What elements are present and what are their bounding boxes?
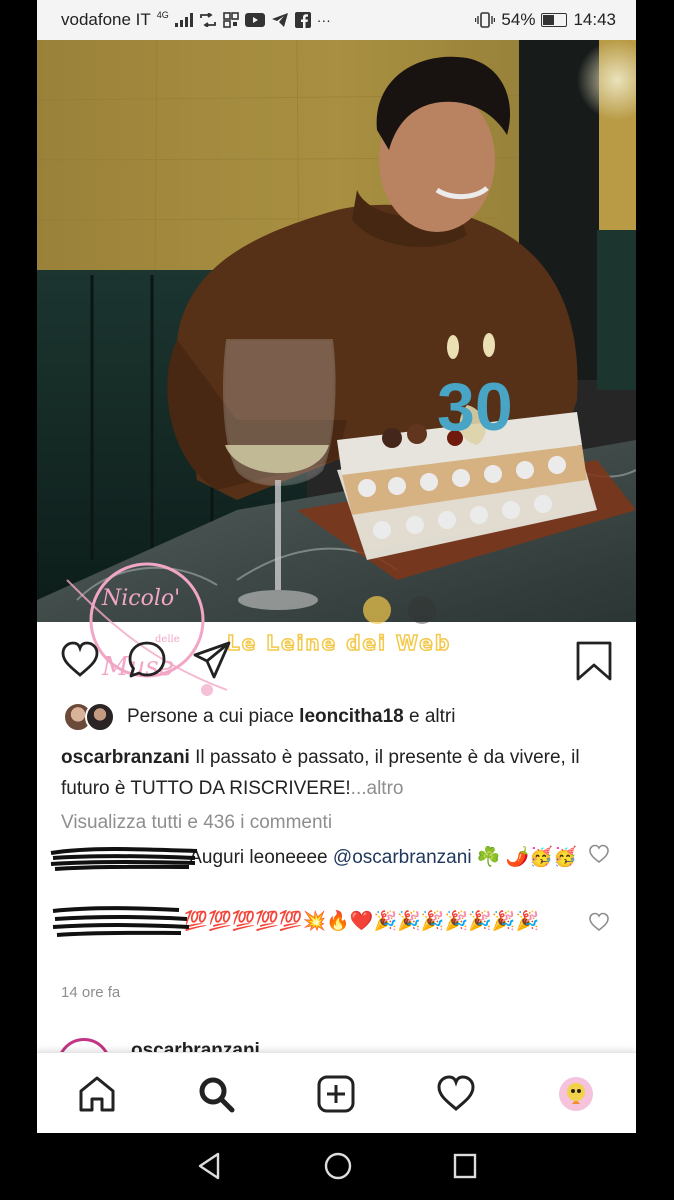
- birthday-photo-illustration: 30: [37, 40, 636, 622]
- view-all-comments-link[interactable]: Visualizza tutti e 436 i commenti: [61, 812, 332, 834]
- clock: 14:43: [573, 10, 616, 29]
- post-caption: oscarbranzani Il passato è passato, il p…: [61, 742, 621, 804]
- android-navigation-bar: [0, 1133, 674, 1200]
- bottom-navigation: [37, 1052, 636, 1133]
- svg-text:Le Leine dei Web: Le Leine dei Web: [227, 631, 451, 655]
- likes-prefix: Persone a cui piace: [127, 706, 294, 727]
- back-icon[interactable]: [196, 1151, 222, 1181]
- likes-summary[interactable]: Persone a cui piace leoncitha18 e altri: [63, 702, 455, 732]
- recents-icon[interactable]: [452, 1151, 478, 1181]
- comment-like-icon[interactable]: [588, 912, 610, 932]
- plus-square-icon: [317, 1075, 355, 1113]
- nav-activity[interactable]: [434, 1072, 478, 1116]
- bookmark-icon[interactable]: [575, 640, 613, 682]
- comment-like-icon[interactable]: [588, 844, 610, 864]
- comment-emoji: ☘️ 🌶️🥳🥳: [476, 847, 577, 868]
- nav-profile[interactable]: [554, 1072, 598, 1116]
- caption-more-link[interactable]: ...altro: [351, 778, 404, 799]
- heart-icon: [437, 1075, 475, 1111]
- telegram-icon: [271, 13, 288, 27]
- facebook-icon: [294, 12, 311, 28]
- search-icon: [199, 1077, 235, 1113]
- post-photo[interactable]: 30: [37, 40, 636, 622]
- status-bar: vodafone IT 4G ··· 54% 14:43: [37, 0, 636, 40]
- comment-item: 💯💯💯💯💯💥🔥❤️🎉🎉🎉🎉🎉🎉🎉: [52, 906, 581, 938]
- signal-icon: [174, 13, 193, 27]
- battery-percent: 54%: [501, 10, 536, 29]
- battery-icon: [541, 13, 568, 27]
- scribble-redaction: [50, 847, 198, 871]
- paper-plane-icon[interactable]: [192, 640, 232, 680]
- post-timestamp: 14 ore fa: [61, 984, 121, 1001]
- liked-by-username[interactable]: leoncitha18: [299, 706, 404, 728]
- instagram-screen: vodafone IT 4G ··· 54% 14:43 30 Nicolo' …: [37, 0, 636, 1133]
- comment-emoji: 💯💯💯💯💯💥🔥❤️🎉🎉🎉🎉🎉🎉🎉: [184, 911, 540, 932]
- comment-text: Auguri leoneeee: [189, 847, 328, 868]
- comment-bubble-icon[interactable]: [127, 640, 167, 680]
- liker-avatars: [63, 702, 115, 732]
- nav-search[interactable]: [194, 1072, 238, 1116]
- profile-avatar: [559, 1077, 593, 1111]
- likes-suffix: e altri: [409, 706, 456, 727]
- home-icon: [79, 1076, 115, 1112]
- avatar: [85, 702, 115, 732]
- vibrate-icon: [475, 12, 496, 28]
- qr-icon: [222, 12, 239, 28]
- redacted-username: [52, 906, 190, 937]
- nav-new-post[interactable]: [314, 1072, 358, 1116]
- redacted-username: [50, 847, 198, 871]
- network-badge: 4G: [156, 9, 169, 20]
- comment-item: Auguri leoneeee @oscarbranzani ☘️ 🌶️🥳🥳: [50, 842, 581, 874]
- heart-outline-icon[interactable]: [60, 640, 100, 680]
- scribble-redaction: [52, 906, 190, 937]
- more-notifications: ···: [316, 12, 331, 28]
- repost-icon: [199, 13, 216, 27]
- carrier-label: vodafone IT: [61, 10, 151, 29]
- youtube-icon: [244, 13, 265, 27]
- comment-mention[interactable]: @oscarbranzani: [333, 847, 472, 868]
- home-circle-icon[interactable]: [323, 1151, 353, 1181]
- caption-username[interactable]: oscarbranzani: [61, 747, 190, 768]
- nav-home[interactable]: [75, 1072, 119, 1116]
